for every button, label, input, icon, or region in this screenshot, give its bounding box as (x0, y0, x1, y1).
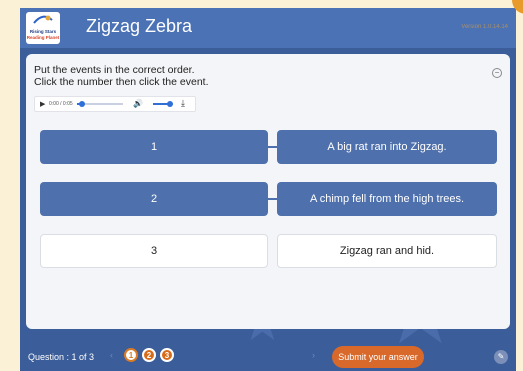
submit-answer-button[interactable]: Submit your answer (332, 346, 424, 368)
number-tile-3[interactable]: 3 (40, 234, 268, 268)
play-icon[interactable]: ▶ (40, 100, 45, 108)
logo-rocket-icon (33, 15, 53, 24)
audio-time: 0:00 / 0:05 (49, 101, 73, 107)
version-label: Version 1.0.14.14 (461, 24, 508, 30)
question-dot-3[interactable]: 3 (160, 348, 174, 362)
chevron-right-icon[interactable]: › (312, 350, 315, 360)
match-connector (268, 146, 277, 148)
event-tile[interactable]: A big rat ran into Zigzag. (277, 130, 497, 164)
question-dot-1[interactable]: 1 (124, 348, 138, 362)
download-icon[interactable]: ⤓ (181, 98, 185, 109)
event-tile[interactable]: Zigzag ran and hid. (277, 234, 497, 268)
audio-player: ▶ 0:00 / 0:05 🔊 ⤓ (34, 96, 196, 112)
order-row: 2 A chimp fell from the high trees. (40, 182, 497, 216)
volume-icon[interactable]: 🔊 (133, 99, 143, 108)
app-header: Rising Stars Reading Planet Zigzag Zebra… (20, 8, 516, 48)
activity-panel: Put the events in the correct order. Cli… (26, 54, 510, 329)
question-counter: Question : 1 of 3 (28, 352, 95, 362)
chevron-left-icon[interactable]: ‹ (110, 350, 113, 360)
number-tile-2[interactable]: 2 (40, 182, 268, 216)
instructions: Put the events in the correct order. Cli… (34, 64, 209, 88)
logo-text: Rising Stars (29, 29, 57, 34)
number-tile-1[interactable]: 1 (40, 130, 268, 164)
order-row: 1 A big rat ran into Zigzag. (40, 130, 497, 164)
instruction-line: Put the events in the correct order. (34, 64, 195, 76)
instruction-line: Click the number then click the event. (34, 76, 209, 88)
logo-subtext: Reading Planet (26, 35, 60, 40)
collapse-icon[interactable]: − (492, 68, 502, 78)
logo: Rising Stars Reading Planet (26, 12, 60, 44)
notes-icon[interactable]: ✎ (494, 350, 508, 364)
audio-seek-slider[interactable] (77, 101, 123, 107)
event-tile[interactable]: A chimp fell from the high trees. (277, 182, 497, 216)
audio-seek-handle[interactable] (79, 101, 85, 107)
volume-handle[interactable] (167, 101, 173, 107)
question-dot-2[interactable]: 2 (142, 348, 156, 362)
footer: Question : 1 of 3 ‹ 1 2 3 › Submit your … (20, 344, 516, 371)
page-title: Zigzag Zebra (86, 16, 193, 36)
order-row: 3 Zigzag ran and hid. (40, 234, 497, 268)
app-frame: ★ ★ ★ Rising Stars Reading Planet Zigzag… (20, 8, 516, 371)
match-connector (268, 198, 277, 200)
